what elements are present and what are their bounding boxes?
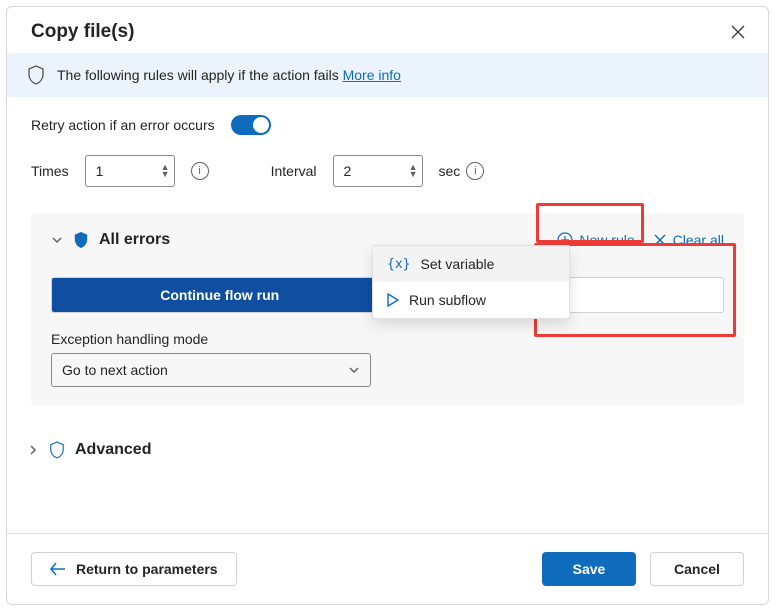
shield-icon: [73, 231, 89, 249]
save-button[interactable]: Save: [542, 552, 636, 586]
arrow-left-icon: [50, 562, 66, 576]
clear-all-button[interactable]: Clear all: [653, 232, 724, 248]
play-icon: [387, 293, 399, 307]
errors-panel: All errors New rule Clear all {x}: [31, 213, 744, 405]
errors-header-left: All errors: [51, 231, 170, 249]
retry-row: Retry action if an error occurs: [31, 115, 744, 135]
retry-toggle[interactable]: [231, 115, 271, 135]
chevron-down-icon[interactable]: ▼: [409, 171, 418, 178]
collapse-toggle[interactable]: [51, 234, 63, 246]
retry-params-row: Times 1 ▲ ▼ i Interval 2 ▲ ▼ sec i: [31, 155, 744, 187]
info-bar: The following rules will apply if the ac…: [7, 53, 768, 97]
more-info-link[interactable]: More info: [343, 67, 401, 83]
mode-select[interactable]: Go to next action: [51, 353, 371, 387]
times-stepper[interactable]: ▲ ▼: [161, 164, 170, 178]
info-text: The following rules will apply if the ac…: [57, 67, 401, 83]
errors-title: All errors: [99, 231, 170, 249]
cancel-button[interactable]: Cancel: [650, 552, 744, 586]
times-input[interactable]: 1 ▲ ▼: [85, 155, 175, 187]
new-rule-menu: {x} Set variable Run subflow: [372, 245, 570, 319]
variable-icon: {x}: [387, 257, 410, 272]
close-icon: [731, 25, 745, 39]
retry-label: Retry action if an error occurs: [31, 117, 215, 133]
shield-icon: [27, 65, 45, 85]
return-button[interactable]: Return to parameters: [31, 552, 237, 586]
interval-label: Interval: [271, 163, 317, 179]
footer-right: Save Cancel: [542, 552, 744, 586]
dialog-footer: Return to parameters Save Cancel: [7, 533, 768, 604]
shield-icon: [49, 441, 65, 459]
advanced-title: Advanced: [75, 441, 151, 459]
dialog-header: Copy file(s): [7, 7, 768, 53]
interval-input[interactable]: 2 ▲ ▼: [333, 155, 423, 187]
chevron-down-icon: [348, 364, 360, 376]
errors-header-right: New rule Clear all: [557, 232, 724, 248]
mode-label: Exception handling mode: [51, 331, 724, 347]
advanced-section-toggle[interactable]: Advanced: [27, 441, 744, 459]
close-icon: [653, 233, 667, 247]
times-label: Times: [31, 163, 69, 179]
interval-stepper[interactable]: ▲ ▼: [409, 164, 418, 178]
chevron-right-icon: [27, 444, 39, 456]
times-value: 1: [96, 163, 161, 179]
menu-item-run-subflow[interactable]: Run subflow: [373, 282, 569, 318]
interval-info-icon[interactable]: i: [466, 162, 484, 180]
dialog-body: Retry action if an error occurs Times 1 …: [7, 97, 768, 533]
dialog-title: Copy file(s): [31, 21, 134, 43]
interval-unit: sec: [439, 163, 461, 179]
times-info-icon[interactable]: i: [191, 162, 209, 180]
mode-value: Go to next action: [62, 362, 168, 378]
chevron-down-icon[interactable]: ▼: [161, 171, 170, 178]
dialog: Copy file(s) The following rules will ap…: [6, 6, 769, 605]
chevron-down-icon: [51, 234, 63, 246]
menu-item-set-variable[interactable]: {x} Set variable: [373, 246, 569, 282]
continue-flow-option[interactable]: Continue flow run: [52, 278, 388, 312]
interval-value: 2: [344, 163, 409, 179]
close-button[interactable]: [728, 22, 748, 42]
